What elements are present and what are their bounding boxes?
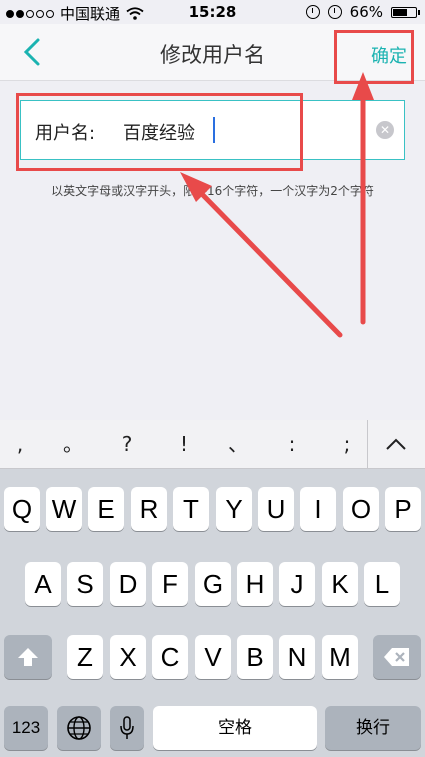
key-m[interactable]: M	[322, 635, 358, 679]
battery-percent: 66%	[349, 3, 383, 21]
expand-punctuation-button[interactable]	[367, 420, 425, 468]
orientation-lock-icon	[305, 5, 320, 19]
key-b[interactable]: B	[237, 635, 273, 679]
key-n[interactable]: N	[279, 635, 315, 679]
alarm-icon	[327, 5, 342, 19]
annotation-box-confirm	[334, 30, 414, 84]
globe-button[interactable]	[57, 706, 101, 750]
key-d[interactable]: D	[110, 562, 146, 606]
space-button[interactable]: 空格	[153, 706, 317, 750]
punct-key[interactable]: ,	[0, 420, 40, 468]
key-v[interactable]: V	[195, 635, 231, 679]
key-i[interactable]: I	[300, 487, 336, 531]
key-g[interactable]: G	[195, 562, 231, 606]
key-e[interactable]: E	[88, 487, 124, 531]
punct-key[interactable]: :	[272, 420, 312, 468]
clear-icon[interactable]: ✕	[376, 121, 394, 139]
punct-key[interactable]: ?	[107, 420, 147, 468]
key-t[interactable]: T	[173, 487, 209, 531]
key-w[interactable]: W	[46, 487, 82, 531]
key-x[interactable]: X	[110, 635, 146, 679]
key-f[interactable]: F	[152, 562, 188, 606]
key-z[interactable]: Z	[67, 635, 103, 679]
key-p[interactable]: P	[385, 487, 421, 531]
return-button[interactable]: 换行	[325, 706, 421, 750]
key-s[interactable]: S	[67, 562, 103, 606]
username-hint: 以英文字母或汉字开头，限4-16个字符，一个汉字为2个字符	[51, 184, 374, 198]
punct-key[interactable]: 。	[53, 420, 93, 468]
punct-key[interactable]: !	[164, 420, 204, 468]
backspace-icon	[384, 648, 409, 666]
chevron-up-icon	[386, 438, 406, 450]
annotation-box-input	[16, 93, 303, 171]
key-h[interactable]: H	[237, 562, 273, 606]
key-a[interactable]: A	[25, 562, 61, 606]
shift-arrow-icon	[18, 648, 38, 666]
key-k[interactable]: K	[322, 562, 358, 606]
status-right: 66%	[305, 3, 420, 21]
punct-key[interactable]: 、	[218, 420, 258, 468]
key-q[interactable]: Q	[4, 487, 40, 531]
backspace-button[interactable]	[373, 635, 421, 679]
key-j[interactable]: J	[279, 562, 315, 606]
keyboard: , 。 ? ! 、 : ; Q W E R T Y U I O P A S D …	[0, 420, 425, 757]
status-bar: 中国联通 15:28 66%	[0, 0, 425, 24]
key-o[interactable]: O	[343, 487, 379, 531]
shift-button[interactable]	[4, 635, 52, 679]
key-u[interactable]: U	[258, 487, 294, 531]
key-y[interactable]: Y	[216, 487, 252, 531]
globe-icon	[67, 716, 91, 740]
key-l[interactable]: L	[364, 562, 400, 606]
key-r[interactable]: R	[131, 487, 167, 531]
battery-icon	[391, 6, 420, 18]
microphone-icon	[120, 716, 134, 739]
key-c[interactable]: C	[152, 635, 188, 679]
punct-key[interactable]: ;	[327, 420, 367, 468]
numbers-button[interactable]: 123	[4, 706, 48, 750]
punctuation-row: , 。 ? ! 、 : ;	[0, 420, 425, 469]
dictation-button[interactable]	[110, 706, 144, 750]
